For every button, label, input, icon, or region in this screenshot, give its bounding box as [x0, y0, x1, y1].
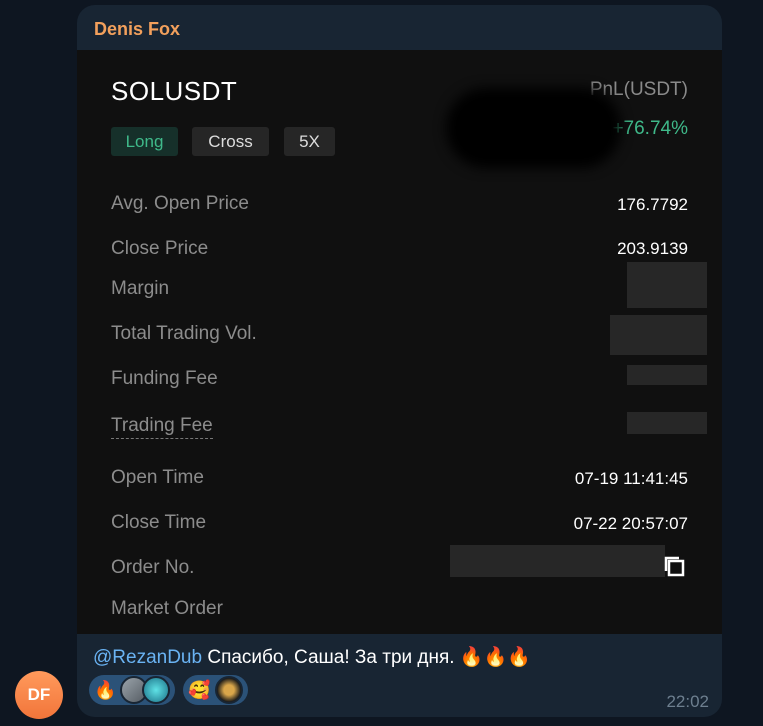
avg-open-price-label: Avg. Open Price: [111, 193, 250, 214]
margin-label: Margin: [111, 278, 170, 299]
leverage-tag: 5X: [284, 127, 335, 156]
copy-icon[interactable]: [663, 555, 687, 579]
order-no-redacted: [450, 545, 665, 577]
order-no-label: Order No.: [111, 557, 195, 578]
side-tag: Long: [111, 127, 178, 156]
open-time-label: Open Time: [111, 467, 204, 488]
market-order-label: Market Order: [111, 598, 223, 619]
open-time-value: 07-19 11:41:45: [574, 469, 688, 488]
trading-fee-redacted: [627, 412, 707, 434]
avg-open-price-value: 176.7792: [617, 195, 688, 214]
avatar-initials: DF: [27, 685, 51, 704]
redaction-scribble: [446, 88, 621, 168]
reaction-love[interactable]: 🥰: [183, 675, 248, 705]
message-time: 22:02: [666, 692, 709, 711]
funding-fee-redacted: [627, 365, 707, 385]
reactor-avatar: [142, 676, 171, 704]
message-bubble: Denis Fox SOLUSDT PnL(USDT) +76.74% Long…: [77, 5, 722, 717]
reactions-bar: 🔥 🥰: [89, 675, 248, 705]
reactor-avatar: [214, 676, 243, 704]
close-time-value: 07-22 20:57:07: [573, 514, 688, 533]
reaction-fire[interactable]: 🔥: [89, 675, 176, 705]
mention-link[interactable]: @RezanDub: [93, 647, 202, 668]
trade-screenshot[interactable]: SOLUSDT PnL(USDT) +76.74% Long Cross 5X …: [77, 50, 722, 634]
funding-fee-label: Funding Fee: [111, 368, 218, 389]
close-time-label: Close Time: [111, 512, 207, 533]
close-price-label: Close Price: [111, 238, 209, 259]
total-trading-vol-label: Total Trading Vol.: [111, 323, 257, 344]
fire-emoji: 🔥: [94, 680, 117, 700]
sender-name[interactable]: Denis Fox: [94, 19, 180, 40]
margin-value-redacted: [627, 262, 707, 308]
trading-fee-label: Trading Fee: [111, 415, 213, 439]
caption-text: Спасибо, Саша! За три дня. 🔥🔥🔥: [202, 647, 531, 668]
message-caption: @RezanDub Спасибо, Саша! За три дня. 🔥🔥🔥: [93, 645, 531, 669]
pnl-value: +76.74%: [612, 118, 688, 139]
total-trading-vol-redacted: [610, 315, 707, 355]
smiling-hearts-emoji: 🥰: [188, 680, 211, 700]
margin-mode-tag: Cross: [192, 127, 269, 156]
sender-avatar[interactable]: DF: [15, 671, 63, 719]
close-price-value: 203.9139: [617, 239, 688, 258]
trade-symbol: SOLUSDT: [111, 76, 238, 106]
